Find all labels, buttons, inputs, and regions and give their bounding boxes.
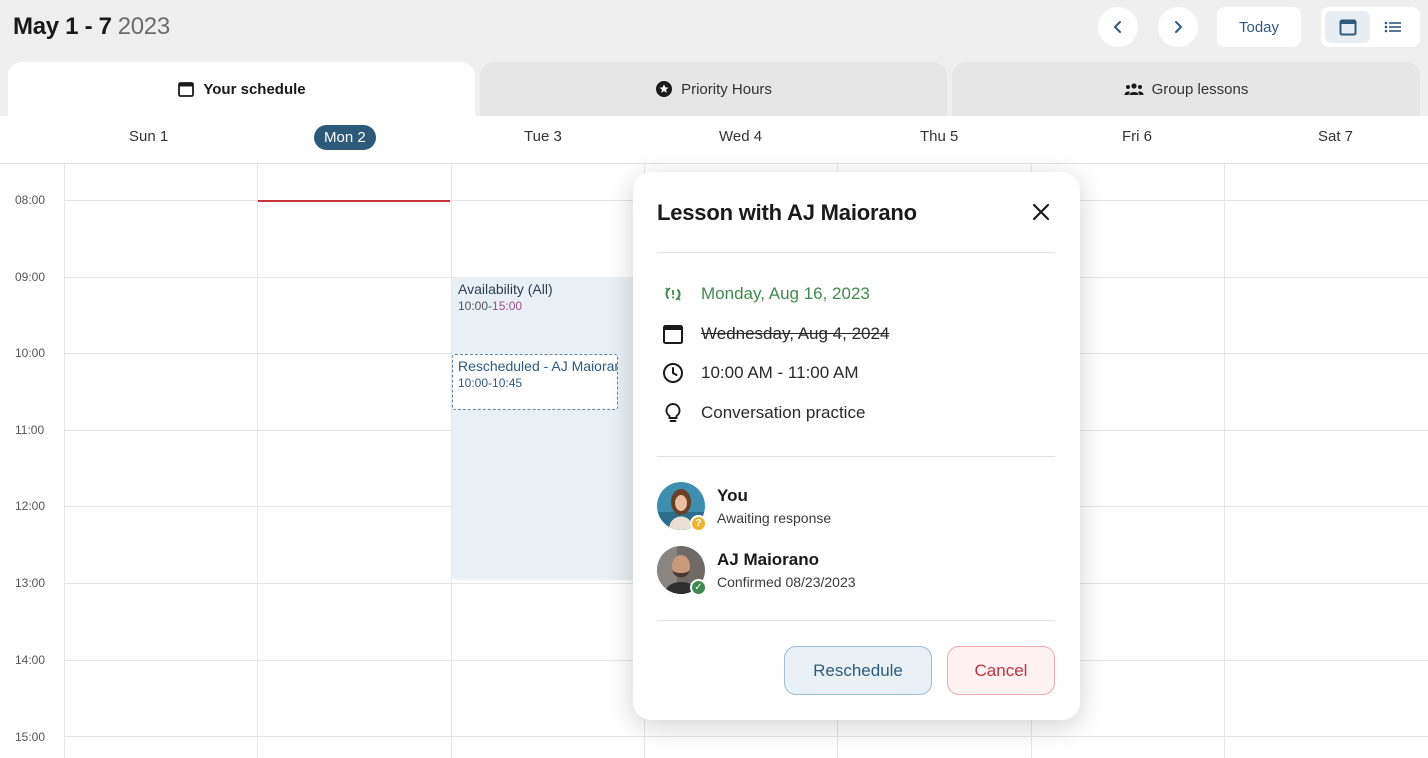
rescheduled-lesson-event[interactable]: Rescheduled - AJ Maiorano 10:00-10:45	[452, 354, 618, 410]
today-button[interactable]: Today	[1217, 7, 1301, 47]
time-label: 14:00	[15, 653, 46, 667]
new-date-row: Monday, Aug 16, 2023	[661, 282, 870, 306]
clock-icon	[661, 361, 685, 385]
lesson-details-popover: Lesson with AJ Maiorano Monday, Aug 16, …	[633, 172, 1080, 720]
lightbulb-icon	[661, 401, 685, 425]
view-toggle	[1321, 7, 1420, 47]
day-header-sun[interactable]: Sun 1	[129, 128, 168, 145]
day-header-tue[interactable]: Tue 3	[524, 128, 562, 145]
lesson-topic: Conversation practice	[701, 403, 866, 422]
event-time: 10:00-15:00	[458, 299, 523, 313]
day-header-row: Sun 1 Mon 2 Tue 3 Wed 4 Thu 5 Fri 6 Sat …	[0, 116, 1428, 164]
tab-group-lessons[interactable]: Group lessons	[952, 62, 1420, 116]
close-button[interactable]	[1027, 198, 1055, 226]
participant-name: AJ Maiorano	[717, 550, 820, 569]
day-header-mon-today[interactable]: Mon 2	[314, 125, 376, 150]
old-date: Wednesday, Aug 4, 2024	[701, 324, 890, 343]
lesson-time: 10:00 AM - 11:00 AM	[701, 363, 859, 382]
time-label: 10:00	[15, 346, 46, 360]
previous-week-button[interactable]	[1098, 7, 1138, 47]
participant-status: Confirmed 08/23/2023	[717, 574, 856, 590]
divider	[657, 252, 1055, 253]
grid-line	[1224, 164, 1225, 758]
lesson-title: Lesson with AJ Maiorano	[657, 200, 917, 225]
next-week-button[interactable]	[1158, 7, 1198, 47]
time-row: 10:00 AM - 11:00 AM	[661, 361, 859, 385]
event-time: 10:00-10:45	[458, 376, 523, 390]
tab-label: Group lessons	[1151, 80, 1249, 98]
day-header-thu[interactable]: Thu 5	[920, 128, 958, 145]
participant-you: ? You Awaiting response	[657, 482, 832, 532]
current-time-indicator	[258, 200, 450, 202]
chevron-left-icon	[1114, 21, 1121, 33]
chevron-right-icon	[1175, 21, 1182, 33]
star-circle-icon	[656, 81, 673, 97]
time-label: 12:00	[15, 499, 46, 513]
close-icon	[1032, 203, 1050, 221]
tab-label: Your schedule	[203, 80, 306, 98]
time-label: 09:00	[15, 270, 46, 284]
grid-line	[64, 164, 65, 758]
calendar-icon	[1339, 19, 1356, 36]
day-header-sat[interactable]: Sat 7	[1318, 128, 1353, 145]
participant-name: You	[717, 486, 748, 505]
tab-label: Priority Hours	[681, 80, 772, 98]
time-label: 11:00	[15, 423, 45, 437]
group-icon	[1124, 83, 1144, 95]
reschedule-icon	[661, 282, 685, 306]
day-header-fri[interactable]: Fri 6	[1122, 128, 1152, 145]
divider	[657, 456, 1055, 457]
calendar-icon	[661, 322, 685, 346]
date-range-year: 2023	[117, 13, 171, 40]
event-title: Rescheduled - AJ Maiorano	[458, 358, 618, 374]
participant-aj-maiorano: ✓ AJ Maiorano Confirmed 08/23/2023	[657, 546, 856, 596]
time-label: 13:00	[15, 576, 46, 590]
avatar: ✓	[657, 546, 707, 596]
event-title: Availability (All)	[458, 281, 553, 297]
topic-row: Conversation practice	[661, 401, 865, 425]
list-icon	[1384, 21, 1401, 33]
old-date-row: Wednesday, Aug 4, 2024	[661, 322, 889, 346]
tab-your-schedule[interactable]: Your schedule	[8, 62, 475, 116]
time-label: 08:00	[15, 193, 46, 207]
calendar-view-button[interactable]	[1325, 11, 1370, 43]
grid-line	[64, 736, 1428, 737]
reschedule-button[interactable]: Reschedule	[784, 646, 932, 695]
cancel-button[interactable]: Cancel	[947, 646, 1055, 695]
tab-priority-hours[interactable]: Priority Hours	[480, 62, 947, 116]
list-view-button[interactable]	[1370, 11, 1415, 43]
date-range-title: May 1 - 7 2023	[13, 13, 170, 41]
avatar: ?	[657, 482, 707, 532]
participant-status: Awaiting response	[717, 510, 832, 526]
new-date: Monday, Aug 16, 2023	[701, 284, 870, 303]
awaiting-badge: ?	[690, 515, 707, 532]
time-label: 15:00	[15, 730, 46, 744]
top-bar: May 1 - 7 2023 Today Your schedule Priori…	[0, 0, 1428, 116]
availability-block[interactable]: Availability (All) 10:00-15:00	[452, 277, 652, 580]
calendar-icon	[178, 82, 195, 97]
divider	[657, 620, 1055, 621]
day-header-wed[interactable]: Wed 4	[719, 128, 762, 145]
date-range: May 1 - 7	[13, 13, 112, 40]
grid-line	[257, 164, 258, 758]
confirmed-badge: ✓	[690, 579, 707, 596]
